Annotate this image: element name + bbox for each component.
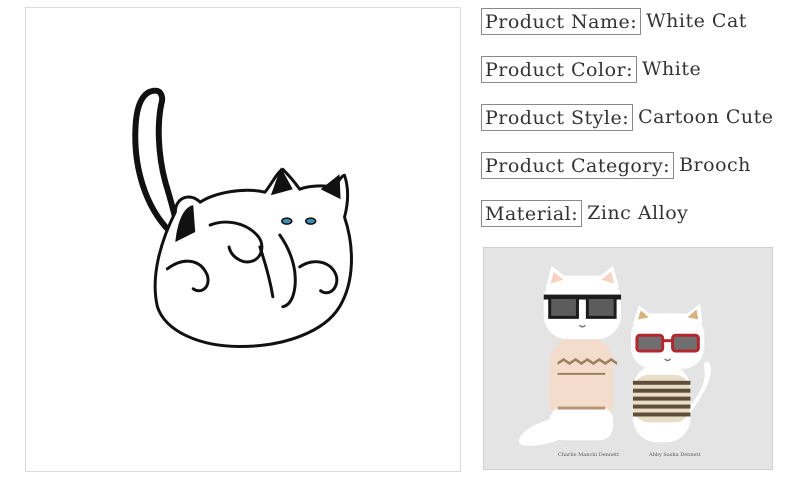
caption-left: Charlie Manchi Dennett [558,452,620,458]
spec-label: Product Color: [481,55,637,83]
product-main-image [25,7,461,472]
spec-value: Cartoon Cute [638,106,774,128]
cats-with-sunglasses-image: Charlie Manchi Dennett Abby Sasha Dennet… [483,247,773,470]
spec-label: Product Category: [481,151,675,179]
spec-row-material: Material: Zinc Alloy [481,199,688,227]
spec-label: Product Name: [481,7,642,35]
two-cats-illustration [518,265,712,446]
caption-right: Abby Sasha Dennett [649,452,701,458]
white-cat-brooch-illustration [132,87,353,348]
spec-value: White Cat [646,10,747,32]
spec-row-style: Product Style: Cartoon Cute [481,103,774,131]
spec-label: Product Style: [481,103,634,131]
spec-row-color: Product Color: White [481,55,701,83]
spec-row-category: Product Category: Brooch [481,151,751,179]
spec-value: White [642,58,702,80]
spec-label: Material: [481,199,583,227]
spec-value: Zinc Alloy [587,202,689,224]
spec-value: Brooch [679,154,751,176]
spec-row-name: Product Name: White Cat [481,7,747,35]
